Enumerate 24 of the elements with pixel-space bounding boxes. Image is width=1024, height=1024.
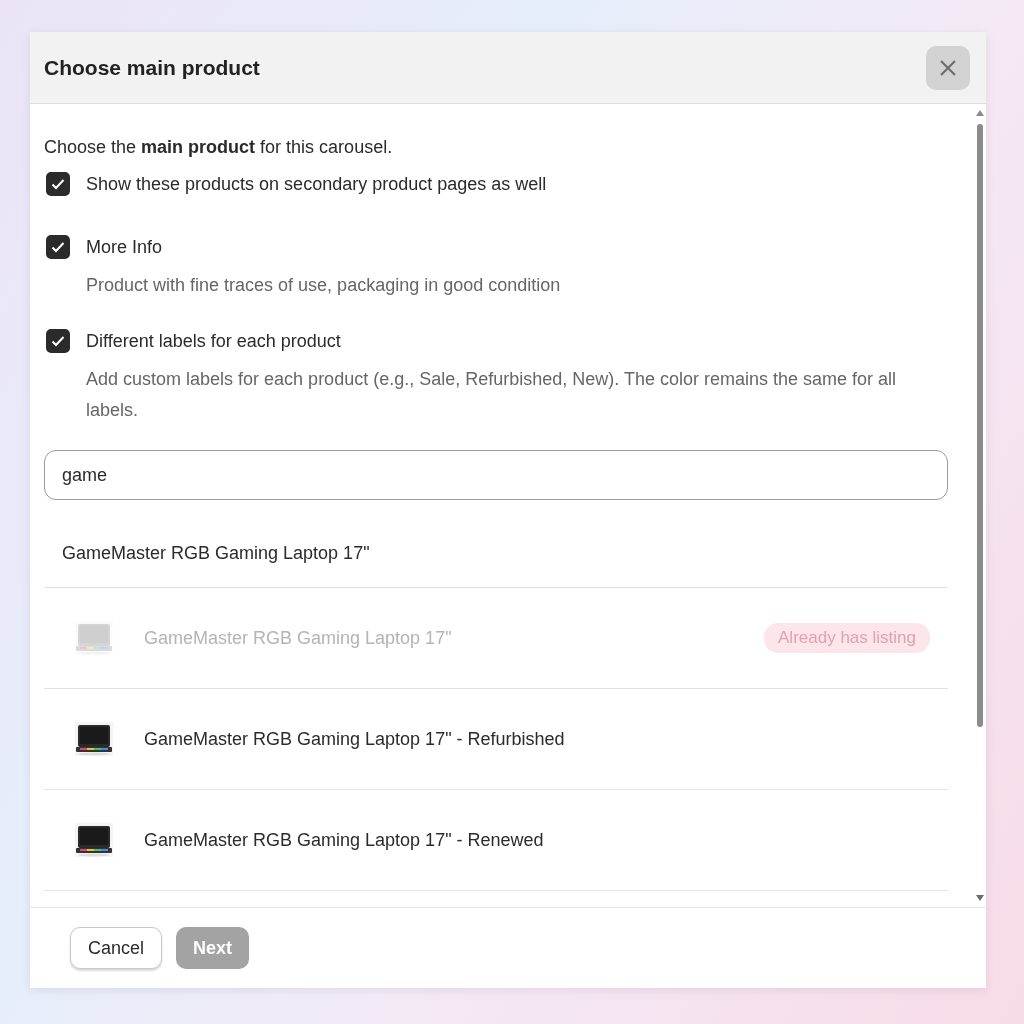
option-label: More Info xyxy=(86,236,164,259)
check-icon xyxy=(51,335,65,347)
cancel-button[interactable]: Cancel xyxy=(70,927,163,969)
option-label: Show these products on secondary product pages as well xyxy=(86,173,548,196)
product-name: GameMaster RGB Gaming Laptop 17" xyxy=(144,627,453,649)
checkbox[interactable] xyxy=(46,235,70,259)
close-icon xyxy=(939,58,957,77)
checkbox[interactable] xyxy=(46,329,70,353)
check-icon xyxy=(51,178,65,190)
dialog-title: Choose main product xyxy=(44,55,260,80)
option-label: Different labels for each product xyxy=(86,330,342,353)
check-icon xyxy=(51,241,65,253)
group-title: GameMaster RGB Gaming Laptop 17" xyxy=(62,543,370,564)
intro-text: Choose the main product for this carousel. xyxy=(44,136,394,159)
product-row[interactable]: GameMaster RGB Gaming Laptop 17" - Refurbished xyxy=(44,689,948,790)
close-button[interactable] xyxy=(926,45,970,90)
product-name: GameMaster RGB Gaming Laptop 17" - Renewed xyxy=(144,829,545,851)
product-name: GameMaster RGB Gaming Laptop 17" - Refurbished xyxy=(144,728,566,750)
option-description: Product with fine traces of use, packaging in good condition xyxy=(86,274,562,297)
checkbox[interactable] xyxy=(46,172,70,196)
product-row[interactable]: GameMaster RGB Gaming Laptop 17" - Renewed xyxy=(44,790,948,891)
search-field[interactable]: game xyxy=(44,450,948,500)
status-badge: Already has listing xyxy=(764,623,930,653)
option-description: Add custom labels for each product (e.g., Sale, Refurbished, New). The color remains the same for all labels. xyxy=(86,368,898,422)
